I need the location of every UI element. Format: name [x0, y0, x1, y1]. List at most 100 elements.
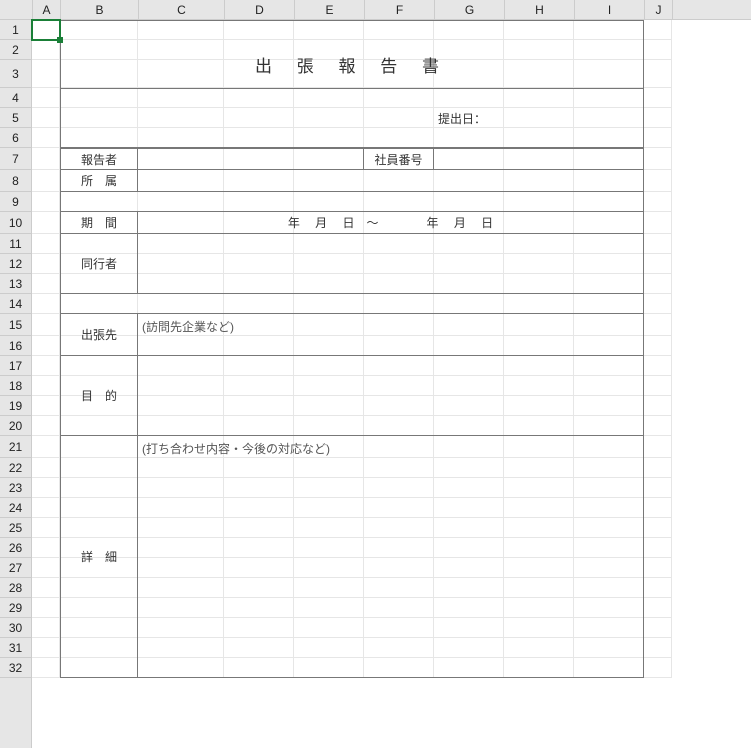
row-header-17[interactable]: 17: [0, 356, 31, 376]
cell[interactable]: [32, 618, 60, 638]
cell[interactable]: [644, 192, 672, 212]
row-header-29[interactable]: 29: [0, 598, 31, 618]
cell[interactable]: [644, 376, 672, 396]
input-affiliation[interactable]: [138, 170, 644, 192]
cell[interactable]: [32, 314, 60, 336]
col-header-G[interactable]: G: [435, 0, 505, 19]
col-header-C[interactable]: C: [139, 0, 225, 19]
cell[interactable]: [644, 212, 672, 234]
cell[interactable]: [644, 40, 672, 60]
cell[interactable]: [32, 416, 60, 436]
cell[interactable]: [644, 416, 672, 436]
cell[interactable]: [32, 578, 60, 598]
input-purpose[interactable]: [138, 356, 644, 436]
cell[interactable]: [32, 518, 60, 538]
row-header-2[interactable]: 2: [0, 40, 31, 60]
cell[interactable]: [32, 274, 60, 294]
grid-area[interactable]: 出 張 報 告 書提出日：報告者社員番号所 属期 間年 月 日 ～ 年 月 日同…: [32, 20, 751, 748]
cell[interactable]: [644, 478, 672, 498]
row-header-13[interactable]: 13: [0, 274, 31, 294]
input-details[interactable]: [138, 436, 644, 678]
cell[interactable]: [644, 108, 672, 128]
cell[interactable]: [32, 376, 60, 396]
cell[interactable]: [32, 254, 60, 274]
col-header-J[interactable]: J: [645, 0, 673, 19]
row-header-11[interactable]: 11: [0, 234, 31, 254]
cell[interactable]: [32, 356, 60, 376]
cell[interactable]: [644, 274, 672, 294]
row-header-24[interactable]: 24: [0, 498, 31, 518]
cell[interactable]: [644, 356, 672, 376]
row-header-31[interactable]: 31: [0, 638, 31, 658]
row-header-10[interactable]: 10: [0, 212, 31, 234]
row-header-23[interactable]: 23: [0, 478, 31, 498]
col-header-B[interactable]: B: [61, 0, 139, 19]
cell[interactable]: [32, 88, 60, 108]
cell[interactable]: [32, 498, 60, 518]
input-companions[interactable]: [138, 234, 644, 294]
cell[interactable]: [644, 88, 672, 108]
cell[interactable]: [32, 128, 60, 148]
cell[interactable]: [32, 170, 60, 192]
row-header-6[interactable]: 6: [0, 128, 31, 148]
row-header-15[interactable]: 15: [0, 314, 31, 336]
row-header-5[interactable]: 5: [0, 108, 31, 128]
cell[interactable]: [644, 128, 672, 148]
cell[interactable]: [32, 234, 60, 254]
input-destination[interactable]: [138, 314, 644, 356]
cell[interactable]: [32, 396, 60, 416]
col-header-H[interactable]: H: [505, 0, 575, 19]
row-header-4[interactable]: 4: [0, 88, 31, 108]
row-header-26[interactable]: 26: [0, 538, 31, 558]
cell[interactable]: [644, 436, 672, 458]
cell[interactable]: [644, 538, 672, 558]
row-header-9[interactable]: 9: [0, 192, 31, 212]
cell[interactable]: [32, 40, 60, 60]
row-header-25[interactable]: 25: [0, 518, 31, 538]
row-header-22[interactable]: 22: [0, 458, 31, 478]
row-header-12[interactable]: 12: [0, 254, 31, 274]
cell[interactable]: [32, 658, 60, 678]
row-header-21[interactable]: 21: [0, 436, 31, 458]
cell[interactable]: [644, 618, 672, 638]
input-period[interactable]: 年 月 日 ～ 年 月 日: [138, 212, 644, 234]
input-employee-no[interactable]: [434, 148, 644, 170]
cell[interactable]: [644, 148, 672, 170]
cell[interactable]: [32, 192, 60, 212]
cell[interactable]: [32, 336, 60, 356]
cell[interactable]: [32, 638, 60, 658]
cell[interactable]: [644, 518, 672, 538]
cell[interactable]: [644, 294, 672, 314]
cell[interactable]: [32, 436, 60, 458]
cell[interactable]: [644, 170, 672, 192]
row-header-7[interactable]: 7: [0, 148, 31, 170]
cell[interactable]: [644, 558, 672, 578]
cell[interactable]: [32, 478, 60, 498]
selected-cell[interactable]: [32, 20, 60, 40]
select-all-corner[interactable]: [0, 0, 33, 19]
cell[interactable]: [644, 60, 672, 88]
cell[interactable]: [644, 314, 672, 336]
cell[interactable]: [32, 60, 60, 88]
cell[interactable]: [644, 498, 672, 518]
cell[interactable]: [644, 638, 672, 658]
cell[interactable]: [644, 20, 672, 40]
cell[interactable]: [32, 558, 60, 578]
cell[interactable]: [644, 658, 672, 678]
cell[interactable]: [32, 538, 60, 558]
row-header-16[interactable]: 16: [0, 336, 31, 356]
col-header-I[interactable]: I: [575, 0, 645, 19]
cell[interactable]: [644, 396, 672, 416]
row-header-18[interactable]: 18: [0, 376, 31, 396]
input-reporter[interactable]: [138, 148, 364, 170]
cell[interactable]: [644, 458, 672, 478]
cell[interactable]: [32, 458, 60, 478]
row-header-30[interactable]: 30: [0, 618, 31, 638]
row-header-28[interactable]: 28: [0, 578, 31, 598]
row-header-14[interactable]: 14: [0, 294, 31, 314]
col-header-F[interactable]: F: [365, 0, 435, 19]
cell[interactable]: [32, 598, 60, 618]
row-header-1[interactable]: 1: [0, 20, 31, 40]
cell[interactable]: [32, 148, 60, 170]
col-header-A[interactable]: A: [33, 0, 61, 19]
